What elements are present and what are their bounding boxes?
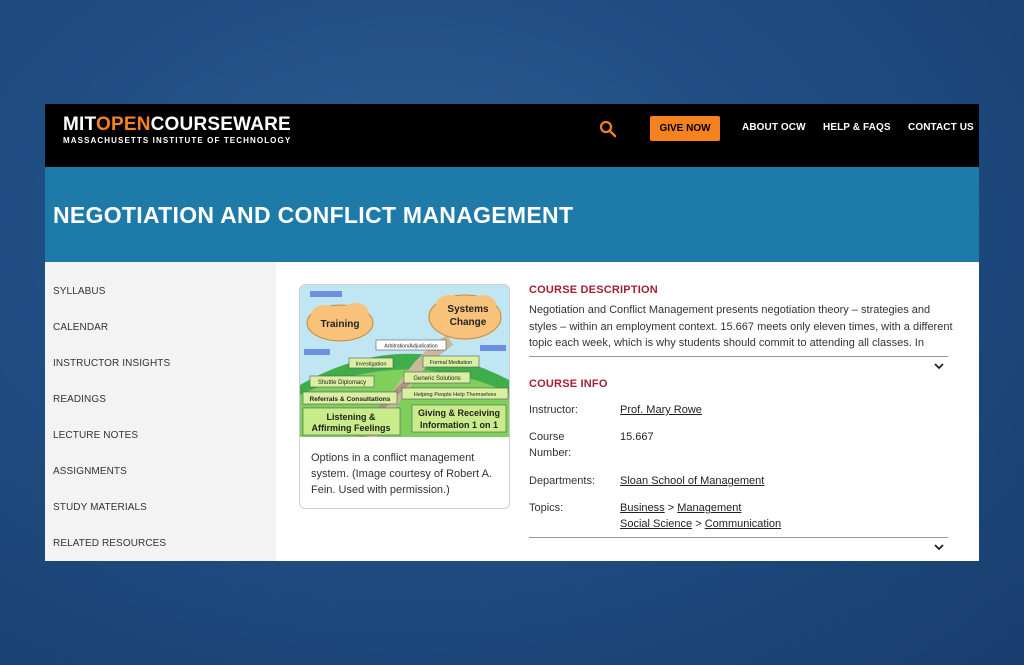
label-shuttle-diplomacy: Shuttle Diplomacy — [318, 380, 366, 386]
course-number-label-line2: Number: — [529, 447, 572, 459]
topic-business-link[interactable]: Business — [620, 502, 665, 514]
course-image-card: Training Systems Change Arbitration/Adju… — [299, 284, 510, 509]
label-generic-solutions: Generic Solutions — [413, 376, 460, 382]
nav-contact-us[interactable]: CONTACT US — [908, 122, 974, 133]
instructor-name[interactable]: Prof. Mary Rowe — [620, 404, 702, 416]
logo-wordmark: MITOPENCOURSEWARE — [63, 115, 291, 135]
ocw-logo[interactable]: MITOPENCOURSEWARE MASSACHUSETTS INSTITUT… — [63, 115, 292, 146]
course-description-text: Negotiation and Conflict Management pres… — [529, 304, 953, 349]
nav-about-ocw[interactable]: ABOUT OCW — [742, 122, 806, 133]
topic-social-science-link[interactable]: Social Science — [620, 518, 692, 530]
topic-communication-link[interactable]: Communication — [705, 518, 781, 530]
topic-management-link[interactable]: Management — [677, 502, 741, 514]
logo-subtitle: MASSACHUSETTS INSTITUTE OF TECHNOLOGY — [63, 136, 292, 145]
department-link[interactable]: Sloan School of Management — [620, 473, 764, 489]
course-title: NEGOTIATION AND CONFLICT MANAGEMENT — [53, 202, 574, 228]
instructor-link[interactable]: Prof. Mary Rowe — [620, 402, 702, 418]
page-frame: MITOPENCOURSEWARE MASSACHUSETTS INSTITUT… — [45, 104, 979, 561]
label-formal-mediation: Formal Mediation — [430, 360, 473, 366]
cloud-training: Training — [306, 303, 374, 342]
chevron-down-icon[interactable] — [934, 543, 944, 551]
topic-line-2: Social Science > Communication — [620, 516, 781, 532]
label-helping-people: Helping People Help Themselves — [414, 392, 497, 398]
label-referrals: Referrals & Consultations — [310, 396, 391, 403]
chevron-down-icon[interactable] — [934, 362, 944, 370]
course-description-heading: COURSE DESCRIPTION — [529, 284, 658, 296]
sidebar-item-lecture-notes[interactable]: LECTURE NOTES — [53, 430, 138, 441]
course-sidebar: SYLLABUS CALENDAR INSTRUCTOR INSIGHTS RE… — [45, 262, 276, 561]
label-listening: Listening & — [327, 412, 376, 422]
sidebar-item-calendar[interactable]: CALENDAR — [53, 322, 108, 333]
search-icon[interactable] — [599, 120, 617, 138]
divider — [529, 537, 948, 538]
course-info-heading: COURSE INFO — [529, 378, 608, 390]
cloud-systems-change: Systems Change — [428, 294, 502, 340]
label-affirming-feelings: Affirming Feelings — [311, 423, 390, 433]
label-arbitration: Arbitration/Adjudication — [384, 344, 437, 350]
topic-line-1: Business > Management — [620, 500, 741, 516]
topic-separator: > — [695, 518, 702, 530]
logo-mit: MIT — [63, 114, 96, 135]
course-number-label-line1: Course — [529, 431, 565, 443]
conflict-management-diagram[interactable]: Training Systems Change Arbitration/Adju… — [300, 285, 509, 437]
logo-open: OPEN — [95, 114, 151, 135]
sidebar-item-syllabus[interactable]: SYLLABUS — [53, 286, 106, 297]
instructor-label: Instructor: — [529, 404, 578, 416]
logo-courseware: COURSEWARE — [150, 114, 291, 135]
label-training: Training — [321, 319, 360, 330]
image-caption: Options in a conflict management system.… — [311, 452, 492, 496]
department-name[interactable]: Sloan School of Management — [620, 475, 764, 487]
nav-help-faqs[interactable]: HELP & FAQS — [823, 122, 891, 133]
label-systems: Systems — [447, 304, 489, 315]
course-number: 15.667 — [620, 431, 654, 443]
sidebar-item-readings[interactable]: READINGS — [53, 394, 106, 405]
topic-separator: > — [667, 502, 675, 514]
topics-label: Topics: — [529, 502, 564, 514]
label-investigation: Investigation — [356, 362, 387, 368]
divider — [529, 356, 948, 357]
sidebar-item-study-materials[interactable]: STUDY MATERIALS — [53, 502, 147, 513]
top-nav-bar: MITOPENCOURSEWARE MASSACHUSETTS INSTITUT… — [45, 104, 979, 167]
course-title-band: NEGOTIATION AND CONFLICT MANAGEMENT — [45, 167, 979, 262]
course-number-label: Course Number: — [529, 429, 571, 461]
label-giving-receiving: Giving & Receiving — [418, 408, 500, 418]
sidebar-item-related-resources[interactable]: RELATED RESOURCES — [53, 538, 166, 549]
sidebar-item-assignments[interactable]: ASSIGNMENTS — [53, 466, 127, 477]
label-change: Change — [450, 317, 487, 328]
give-now-button[interactable]: GIVE NOW — [650, 116, 720, 141]
label-information-1on1: Information 1 on 1 — [420, 420, 498, 430]
sidebar-item-instructor-insights[interactable]: INSTRUCTOR INSIGHTS — [53, 358, 170, 369]
departments-label: Departments: — [529, 475, 596, 487]
